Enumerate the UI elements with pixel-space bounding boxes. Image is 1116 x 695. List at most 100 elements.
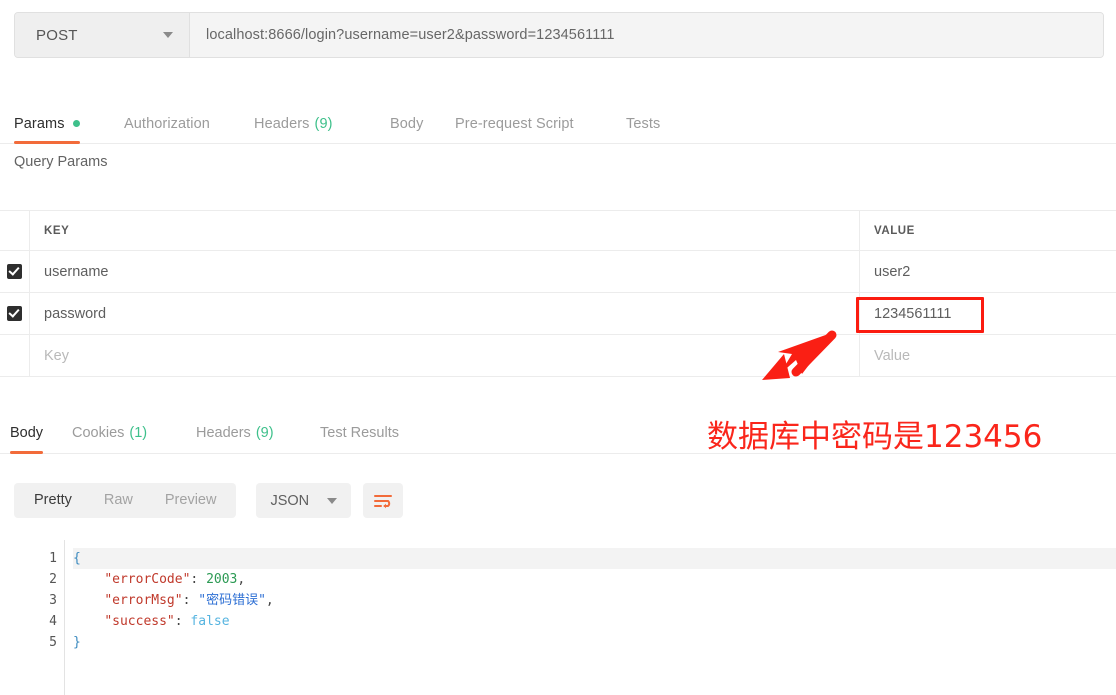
- param-key-password: password: [44, 305, 107, 322]
- annotation-note-text: 数据库中密码是123456: [707, 419, 1043, 455]
- tab-headers-count: (9): [314, 115, 333, 132]
- chevron-down-icon: [327, 497, 338, 504]
- line-number: 2: [49, 572, 57, 587]
- active-response-tab-underline: [10, 451, 44, 454]
- row-value-cell[interactable]: 1234561111: [860, 293, 1116, 334]
- code-token-key: "success": [104, 614, 175, 629]
- row-checkbox-cell[interactable]: [0, 335, 30, 376]
- tab-tests-label: Tests: [626, 115, 661, 132]
- tab-params-label: Params: [14, 115, 65, 132]
- response-body-toolbar: Pretty Raw Preview JSON: [14, 483, 404, 518]
- code-token-bool: false: [190, 614, 230, 629]
- response-tab-headers-count: (9): [255, 424, 274, 441]
- word-wrap-button[interactable]: [363, 483, 404, 518]
- header-value-cell: VALUE: [860, 211, 1116, 250]
- column-header-value: VALUE: [874, 224, 915, 237]
- code-line: "errorCode": 2003,: [73, 569, 1116, 590]
- table-header-row: KEY VALUE: [0, 211, 1116, 251]
- active-tab-underline: [14, 141, 80, 144]
- code-token-num: 2003: [206, 572, 238, 587]
- code-line: "success": false: [73, 611, 1116, 632]
- word-wrap-icon: [374, 494, 393, 508]
- response-tab-test-results-label: Test Results: [320, 424, 399, 441]
- tab-tests[interactable]: Tests: [626, 104, 660, 143]
- code-token-punct: }: [73, 635, 81, 650]
- response-tab-body-label: Body: [10, 424, 44, 441]
- code-line: "errorMsg": "密码错误",: [73, 590, 1116, 611]
- code-token-key: "errorCode": [104, 572, 191, 587]
- tab-params[interactable]: Params: [14, 104, 80, 144]
- code-token-plain: ,: [237, 572, 246, 587]
- line-number: 5: [49, 635, 57, 650]
- code-line: }: [73, 632, 1116, 653]
- row-key-cell[interactable]: password: [30, 293, 860, 334]
- response-body-code-view[interactable]: 1 2 3 4 5 { "errorCode": 2003, "errorMsg…: [0, 540, 1116, 695]
- query-params-table: KEY VALUE username user2 password 123456…: [0, 210, 1116, 377]
- tab-authorization-label: Authorization: [124, 115, 210, 132]
- response-tab-body[interactable]: Body: [10, 412, 44, 454]
- body-view-pretty[interactable]: Pretty: [18, 483, 88, 518]
- header-checkbox-cell: [0, 211, 30, 250]
- param-value-username: user2: [874, 263, 911, 280]
- header-key-cell: KEY: [30, 211, 860, 250]
- request-url-input[interactable]: localhost:8666/login?username=user2&pass…: [190, 13, 1103, 57]
- response-tab-headers-label: Headers: [196, 424, 251, 441]
- code-token-plain: :: [190, 572, 207, 587]
- param-value-placeholder: Value: [874, 347, 911, 364]
- params-modified-dot-icon: [72, 120, 80, 127]
- code-line-number-gutter: 1 2 3 4 5: [0, 540, 65, 695]
- query-params-title: Query Params: [14, 154, 108, 170]
- tab-body[interactable]: Body: [390, 104, 423, 143]
- row-value-cell[interactable]: Value: [860, 335, 1116, 376]
- column-header-key: KEY: [44, 224, 70, 237]
- response-tab-headers[interactable]: Headers (9): [196, 412, 274, 453]
- body-view-raw[interactable]: Raw: [88, 483, 149, 518]
- tab-headers-label: Headers: [254, 115, 310, 132]
- tab-pre-request-script-label: Pre-request Script: [455, 115, 574, 132]
- response-tab-cookies-count: (1): [129, 424, 148, 441]
- http-method-label: POST: [36, 26, 78, 44]
- tab-headers[interactable]: Headers (9): [254, 104, 333, 143]
- chevron-down-icon: [163, 32, 173, 38]
- body-view-preview[interactable]: Preview: [149, 483, 233, 518]
- response-tab-test-results[interactable]: Test Results: [320, 412, 399, 453]
- table-row: username user2: [0, 251, 1116, 293]
- row-checkbox-cell[interactable]: [0, 251, 30, 292]
- request-tab-bar: Params Authorization Headers (9) Body Pr…: [0, 104, 1116, 144]
- line-number: 1: [49, 551, 57, 566]
- row-value-cell[interactable]: user2: [860, 251, 1116, 292]
- code-token-plain: :: [174, 614, 191, 629]
- param-key-username: username: [44, 263, 109, 280]
- tab-authorization[interactable]: Authorization: [124, 104, 210, 143]
- line-number: 4: [49, 614, 57, 629]
- http-method-dropdown[interactable]: POST: [15, 13, 190, 57]
- table-row-empty: Key Value: [0, 335, 1116, 377]
- code-token-punct: {: [73, 551, 81, 566]
- code-token-key: "errorMsg": [104, 593, 183, 608]
- tab-pre-request-script[interactable]: Pre-request Script: [455, 104, 574, 143]
- param-key-placeholder: Key: [44, 347, 69, 364]
- code-token-str: "密码错误": [198, 593, 266, 608]
- response-tab-cookies-label: Cookies: [72, 424, 125, 441]
- tab-body-label: Body: [390, 115, 424, 132]
- table-row: password 1234561111: [0, 293, 1116, 335]
- body-format-dropdown[interactable]: JSON: [256, 483, 352, 518]
- checkbox-checked-icon[interactable]: [7, 264, 22, 279]
- code-token-plain: :: [182, 593, 199, 608]
- body-format-label: JSON: [270, 492, 310, 509]
- body-view-mode-group: Pretty Raw Preview: [14, 483, 237, 518]
- code-content[interactable]: { "errorCode": 2003, "errorMsg": "密码错误",…: [65, 540, 1116, 695]
- param-value-password: 1234561111: [874, 305, 952, 322]
- row-key-cell[interactable]: Key: [30, 335, 860, 376]
- code-token-plain: ,: [265, 593, 274, 608]
- response-tab-cookies[interactable]: Cookies (1): [72, 412, 147, 453]
- request-url-bar: POST localhost:8666/login?username=user2…: [14, 12, 1104, 58]
- line-number: 3: [49, 593, 57, 608]
- row-key-cell[interactable]: username: [30, 251, 860, 292]
- code-line: {: [73, 548, 1116, 569]
- checkbox-checked-icon[interactable]: [7, 306, 22, 321]
- row-checkbox-cell[interactable]: [0, 293, 30, 334]
